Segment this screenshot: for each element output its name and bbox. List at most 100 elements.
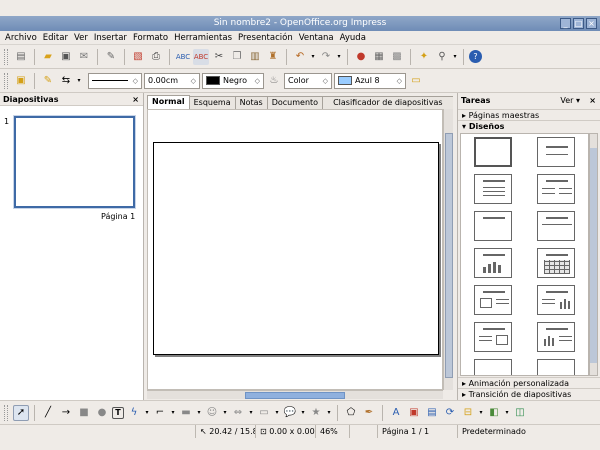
layout-chart-text[interactable] xyxy=(537,322,575,352)
layout-clipart-text[interactable] xyxy=(474,285,512,315)
tab-normal[interactable]: Normal xyxy=(147,95,190,109)
cut-icon[interactable]: ✂ xyxy=(211,49,227,65)
slide-canvas[interactable] xyxy=(147,109,443,390)
menu-editar[interactable]: Editar xyxy=(40,31,71,44)
toolbar-grip[interactable] xyxy=(4,48,8,65)
layout-text-chart[interactable] xyxy=(537,285,575,315)
layout-title-2objects[interactable] xyxy=(537,359,575,375)
tab-documento[interactable]: Documento xyxy=(266,96,324,109)
line-width-input[interactable]: 0.00cm ◇ xyxy=(144,72,200,89)
pdf-export-icon[interactable]: ▧ xyxy=(130,49,146,65)
menu-insertar[interactable]: Insertar xyxy=(91,31,130,44)
rotate-icon[interactable]: ⟳ xyxy=(442,405,458,421)
chevron-down-icon[interactable]: ▾ xyxy=(478,405,484,421)
close-button[interactable]: × xyxy=(586,18,597,29)
copy-icon[interactable]: ❐ xyxy=(229,49,245,65)
slide-thumbnail[interactable] xyxy=(14,116,135,208)
chevron-down-icon[interactable]: ▾ xyxy=(504,405,510,421)
new-icon[interactable]: ▤ xyxy=(13,49,29,65)
area-style-select[interactable]: Color ◇ xyxy=(284,72,332,89)
open-icon[interactable]: ▰ xyxy=(40,49,56,65)
block-arrows-icon[interactable]: ⇔ xyxy=(230,405,246,421)
stars-icon[interactable]: ★ xyxy=(308,405,324,421)
arrow-style-icon[interactable]: ⇆ xyxy=(58,73,74,89)
arrow-line-icon[interactable]: → xyxy=(58,405,74,421)
close-icon[interactable]: × xyxy=(589,93,596,109)
area-fill-icon[interactable]: ♨ xyxy=(266,73,282,89)
chevron-down-icon[interactable]: ▾ xyxy=(452,49,458,65)
line-color-select[interactable]: Negro ◇ xyxy=(202,72,264,89)
rectangle-icon[interactable]: ■ xyxy=(76,405,92,421)
line-style-icon[interactable]: ✎ xyxy=(40,73,56,89)
table-icon[interactable]: ▦ xyxy=(371,49,387,65)
layout-title-table[interactable] xyxy=(537,248,575,278)
section-slide-transition[interactable]: ▸ Transición de diapositivas xyxy=(458,388,600,399)
menu-ventana[interactable]: Ventana xyxy=(296,31,337,44)
connector-icon[interactable]: ⌐ xyxy=(152,405,168,421)
chevron-down-icon[interactable]: ▾ xyxy=(310,49,316,65)
flowchart-icon[interactable]: ▭ xyxy=(256,405,272,421)
help-icon[interactable]: ? xyxy=(469,50,482,63)
maximize-button[interactable]: □ xyxy=(573,18,584,29)
menu-formato[interactable]: Formato xyxy=(130,31,171,44)
toolbar-grip[interactable] xyxy=(4,404,8,421)
zoom-icon[interactable]: ⚲ xyxy=(434,49,450,65)
edit-file-icon[interactable]: ✎ xyxy=(103,49,119,65)
scrollbar-thumb[interactable] xyxy=(445,133,453,378)
vertical-scrollbar[interactable] xyxy=(443,109,453,390)
extrusion-icon[interactable]: ◫ xyxy=(512,405,528,421)
layout-centered-text[interactable] xyxy=(537,211,575,241)
scrollbar-thumb[interactable] xyxy=(245,392,345,399)
save-icon[interactable]: ▣ xyxy=(58,49,74,65)
tab-notas[interactable]: Notas xyxy=(234,96,268,109)
area-color-select[interactable]: Azul 8 ◇ xyxy=(334,72,406,89)
minimize-button[interactable]: _ xyxy=(560,18,571,29)
section-custom-animation[interactable]: ▸ Animación personalizada xyxy=(458,377,600,388)
toolbar-grip[interactable] xyxy=(4,72,8,89)
autospell-icon[interactable]: ABC xyxy=(193,48,209,65)
ellipse-icon[interactable]: ● xyxy=(94,405,110,421)
basic-shapes-icon[interactable]: ▬ xyxy=(178,405,194,421)
text-icon[interactable]: T xyxy=(112,406,124,419)
chevron-down-icon[interactable]: ▾ xyxy=(248,405,254,421)
chevron-down-icon[interactable]: ▾ xyxy=(170,405,176,421)
grid-icon[interactable]: ▩ xyxy=(389,49,405,65)
layouts-scrollbar[interactable] xyxy=(589,133,598,376)
navigator-icon[interactable]: ✦ xyxy=(416,49,432,65)
line-icon[interactable]: ╱ xyxy=(40,405,56,421)
close-icon[interactable]: × xyxy=(132,93,139,106)
spellcheck-icon[interactable]: ABC xyxy=(175,49,191,65)
redo-icon[interactable]: ↷ xyxy=(318,49,334,65)
menu-ver[interactable]: Ver xyxy=(71,31,91,44)
points-icon[interactable]: ⬠ xyxy=(343,405,359,421)
print-icon[interactable]: ⎙ xyxy=(148,49,164,65)
undo-icon[interactable]: ↶ xyxy=(292,49,308,65)
shadow-icon[interactable]: ▭ xyxy=(408,73,424,89)
align-icon[interactable]: ⊟ xyxy=(460,405,476,421)
callouts-icon[interactable]: 💬 xyxy=(282,405,298,421)
gallery-icon[interactable]: ▤ xyxy=(424,405,440,421)
slide-layout-icon[interactable]: ▣ xyxy=(13,73,29,89)
tab-esquema[interactable]: Esquema xyxy=(188,96,236,109)
email-icon[interactable]: ✉ xyxy=(76,49,92,65)
chevron-down-icon[interactable]: ▾ xyxy=(196,405,202,421)
layout-title-content[interactable] xyxy=(474,174,512,204)
curve-icon[interactable]: ϟ xyxy=(126,405,142,421)
chevron-down-icon[interactable]: ▾ xyxy=(274,405,280,421)
layout-blank[interactable] xyxy=(474,137,512,167)
tab-clasificador[interactable]: Clasificador de diapositivas xyxy=(322,96,454,109)
slide-page[interactable] xyxy=(153,142,439,355)
chevron-down-icon[interactable]: ▾ xyxy=(300,405,306,421)
chevron-down-icon[interactable]: ▾ xyxy=(144,405,150,421)
layout-text-clipart[interactable] xyxy=(474,322,512,352)
chevron-down-icon[interactable]: ▾ xyxy=(76,73,82,89)
chevron-down-icon[interactable]: ▾ xyxy=(336,49,342,65)
from-file-icon[interactable]: ▣ xyxy=(406,405,422,421)
status-zoom[interactable]: 46% xyxy=(316,425,350,438)
paste-icon[interactable]: ▥ xyxy=(247,49,263,65)
symbol-shapes-icon[interactable]: ☺ xyxy=(204,405,220,421)
layout-title-chart[interactable] xyxy=(474,248,512,278)
arrange-icon[interactable]: ◧ xyxy=(486,405,502,421)
menu-presentacion[interactable]: Presentación xyxy=(235,31,296,44)
chart-icon[interactable]: ● xyxy=(353,49,369,65)
